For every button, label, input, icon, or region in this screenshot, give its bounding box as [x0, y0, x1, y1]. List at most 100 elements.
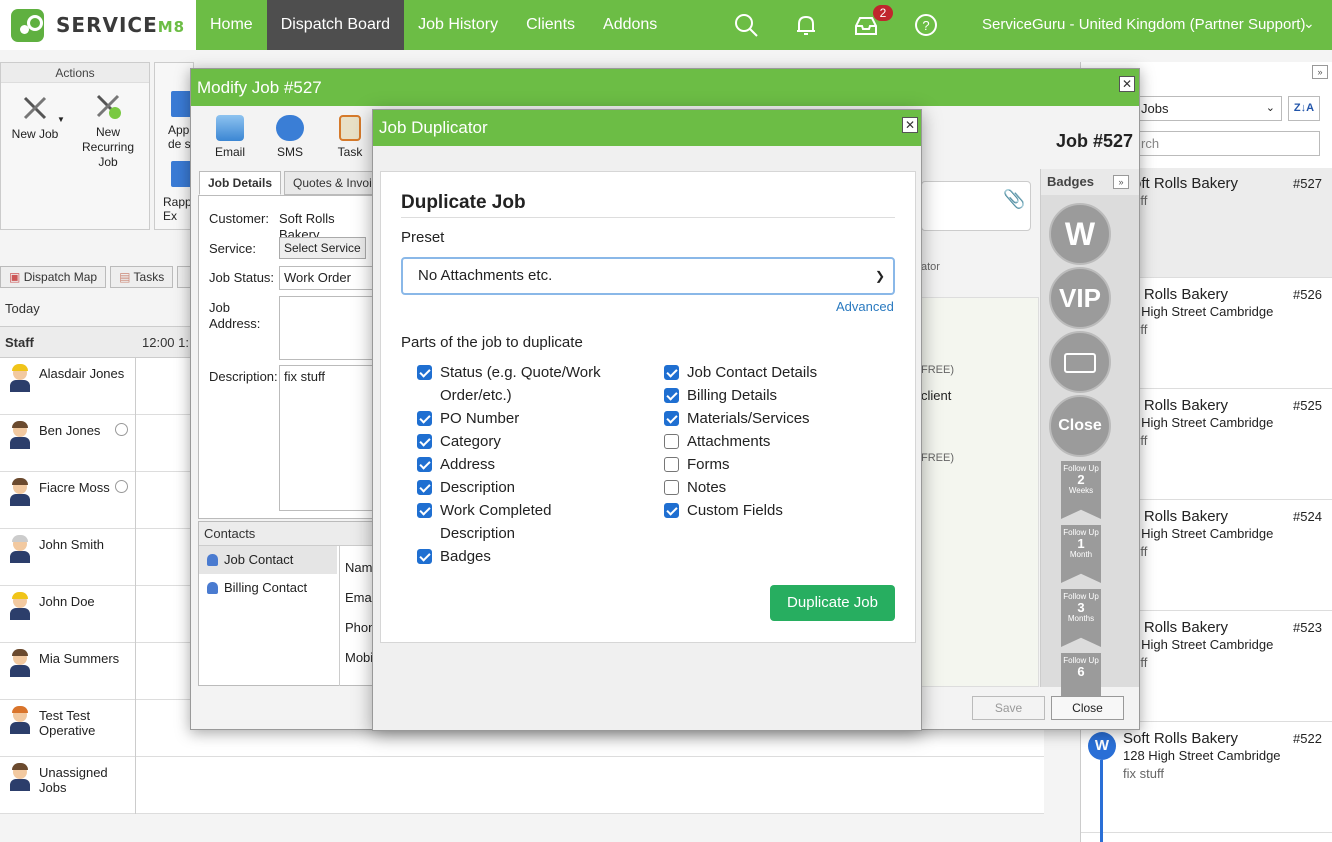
- staff-name: Unassigned Jobs: [39, 765, 108, 795]
- paperclip-icon[interactable]: 📎: [1003, 189, 1025, 210]
- nav-home[interactable]: Home: [196, 0, 267, 50]
- tab-tasks[interactable]: ▤ Tasks: [110, 266, 174, 288]
- job-number-heading: Job #527: [1056, 131, 1134, 151]
- job-address-label: Job Address:: [209, 300, 261, 331]
- advanced-link[interactable]: Advanced: [836, 299, 894, 314]
- avatar: [10, 763, 30, 791]
- job-contact-item[interactable]: Job Contact: [199, 546, 337, 574]
- bell-icon[interactable]: [792, 11, 820, 39]
- staff-cell[interactable]: Mia Summers: [0, 643, 136, 700]
- checkbox-icon[interactable]: [664, 503, 679, 518]
- checkbox-icon[interactable]: [417, 503, 432, 518]
- expand-icon[interactable]: »: [1312, 65, 1328, 79]
- today-label[interactable]: Today: [5, 301, 40, 316]
- account-menu[interactable]: ServiceGuru - United Kingdom (Partner Su…: [982, 16, 1305, 33]
- dropdown-arrow-icon[interactable]: ▼: [57, 115, 65, 124]
- badge-w[interactable]: W: [1049, 203, 1111, 265]
- badge-close[interactable]: Close: [1049, 395, 1111, 457]
- contacts-title: Contacts: [199, 522, 373, 546]
- help-icon[interactable]: ?: [912, 11, 940, 39]
- staff-cell[interactable]: Alasdair Jones: [0, 358, 136, 415]
- checkbox-icon[interactable]: [417, 434, 432, 449]
- sort-button[interactable]: Z↓A: [1288, 96, 1320, 121]
- checkbox-icon[interactable]: [417, 411, 432, 426]
- service-label: Service:: [209, 241, 256, 256]
- tab-dispatch-map[interactable]: ▣ Dispatch Map: [0, 266, 107, 288]
- actions-panel: Actions New Job ▼ New Recurring Job: [0, 62, 150, 230]
- checkbox-label: Attachments: [687, 430, 770, 453]
- new-recurring-job-button[interactable]: New Recurring Job: [71, 91, 145, 170]
- job-address: 28 High Street Cambridge: [1123, 304, 1274, 319]
- close-icon[interactable]: ✕: [1119, 76, 1135, 92]
- close-button[interactable]: Close: [1051, 696, 1124, 720]
- avatar: [10, 535, 30, 563]
- job-client-name: Soft Rolls Bakery: [1123, 730, 1239, 747]
- avatar: [10, 592, 30, 620]
- partial-action-label-2: Rapp Ex: [163, 195, 192, 223]
- follow-up-number: 3: [1077, 600, 1085, 615]
- follow-up-badge[interactable]: Follow Up 3 Months: [1061, 589, 1101, 647]
- preset-select[interactable]: No Attachments etc. ❯: [401, 257, 895, 295]
- checkbox-icon[interactable]: [417, 549, 432, 564]
- partial-text: ator: [921, 261, 940, 273]
- nav-clients[interactable]: Clients: [512, 0, 589, 50]
- logo[interactable]: SERVICEM8: [0, 0, 196, 50]
- job-number: #522: [1293, 731, 1322, 746]
- badge-credit-card[interactable]: [1049, 331, 1111, 393]
- checkbox-icon[interactable]: [417, 480, 432, 495]
- tab-job-details[interactable]: Job Details: [199, 171, 282, 195]
- checkbox-icon[interactable]: [417, 365, 432, 380]
- job-duplicator-dialog: Job Duplicator ✕ Duplicate Job Preset No…: [372, 109, 922, 731]
- nav-dispatch-board[interactable]: Dispatch Board: [266, 0, 405, 50]
- checkbox-icon[interactable]: [664, 434, 679, 449]
- staff-cell[interactable]: John Doe: [0, 586, 136, 643]
- select-service-button[interactable]: Select Service: [279, 237, 366, 259]
- contact-fields: Nam Email Phon Mobi: [339, 546, 378, 686]
- search-icon[interactable]: [732, 11, 760, 39]
- checkbox-icon[interactable]: [417, 457, 432, 472]
- staff-cell[interactable]: Ben Jones: [0, 415, 136, 472]
- brand-suffix: M8: [157, 18, 186, 36]
- main-nav: Home Dispatch Board Job History Clients …: [196, 0, 671, 50]
- checkbox-icon[interactable]: [664, 457, 679, 472]
- checkbox-icon[interactable]: [664, 480, 679, 495]
- email-button[interactable]: Email: [205, 115, 255, 159]
- badge-vip[interactable]: VIP: [1049, 267, 1111, 329]
- servicem8-logo-icon: [11, 9, 44, 42]
- staff-cell[interactable]: John Smith: [0, 529, 136, 586]
- follow-up-badge[interactable]: Follow Up 2 Weeks: [1061, 461, 1101, 519]
- avatar-body: [10, 779, 30, 791]
- staff-name: Fiacre Moss: [39, 480, 110, 495]
- job-address-field[interactable]: [279, 296, 379, 360]
- job-number: #525: [1293, 398, 1322, 413]
- avatar-hat: [12, 706, 28, 713]
- task-button[interactable]: Task: [325, 115, 375, 159]
- checkbox-label: Forms: [687, 453, 730, 476]
- checkbox-icon[interactable]: [664, 388, 679, 403]
- job-status-select[interactable]: Work Order: [279, 266, 379, 290]
- staff-row[interactable]: Unassigned Jobs: [0, 757, 1044, 814]
- staff-cell[interactable]: Unassigned Jobs: [0, 757, 136, 814]
- new-job-button[interactable]: New Job: [7, 93, 63, 142]
- expand-icon[interactable]: »: [1113, 175, 1129, 189]
- job-card[interactable]: W Soft Rolls Bakery #522 128 High Street Ca…: [1081, 723, 1332, 833]
- follow-up-number: 6: [1077, 664, 1085, 679]
- follow-up-badge[interactable]: Follow Up 1 Month: [1061, 525, 1101, 583]
- duplicate-job-button[interactable]: Duplicate Job: [770, 585, 895, 621]
- description-field[interactable]: fix stuff: [279, 365, 379, 511]
- job-filter-select[interactable]: Jobs ⌄: [1136, 96, 1282, 121]
- nav-addons[interactable]: Addons: [589, 0, 671, 50]
- nav-job-history[interactable]: Job History: [404, 0, 512, 50]
- secondary-actions-panel: App de s Rapp Ex: [154, 62, 194, 230]
- checkbox-icon[interactable]: [664, 411, 679, 426]
- job-search-input[interactable]: rch: [1136, 131, 1320, 156]
- save-button[interactable]: Save: [972, 696, 1045, 720]
- close-icon[interactable]: ✕: [902, 117, 918, 133]
- checkbox-icon[interactable]: [664, 365, 679, 380]
- staff-cell[interactable]: Fiacre Moss: [0, 472, 136, 529]
- chevron-down-icon[interactable]: ⌄: [1303, 15, 1315, 32]
- sms-button[interactable]: SMS: [265, 115, 315, 159]
- checkbox-label-line: Description: [440, 479, 516, 496]
- staff-cell[interactable]: Test Test Operative: [0, 700, 136, 757]
- staff-name: Test Test Operative: [39, 708, 96, 738]
